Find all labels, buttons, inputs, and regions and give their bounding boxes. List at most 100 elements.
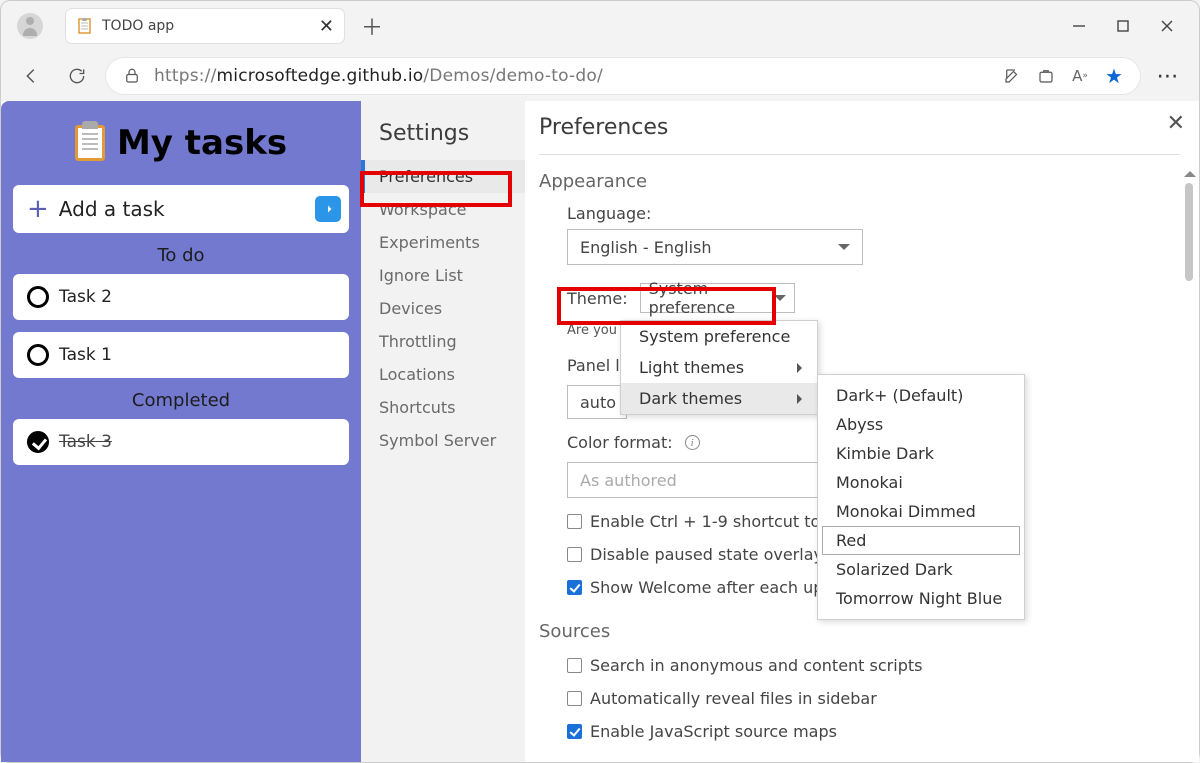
language-label: Language: — [567, 204, 1179, 223]
completed-section-label: Completed — [13, 390, 349, 411]
theme-value: System preference — [649, 279, 774, 317]
task-name: Task 1 — [59, 345, 112, 365]
info-icon[interactable]: i — [685, 435, 700, 450]
checkbox-label: Disable paused state overlay — [590, 545, 823, 564]
preferences-title: Preferences — [539, 115, 1179, 155]
menu-item-system-preference[interactable]: System preference — [621, 321, 817, 352]
new-tab-button[interactable]: ＋ — [355, 10, 389, 42]
browser-tab[interactable]: TODO app ✕ — [65, 8, 345, 44]
color-format-value: As authored — [580, 471, 677, 490]
settings-item-experiments[interactable]: Experiments — [361, 226, 525, 259]
checkbox-row-reveal[interactable]: Automatically reveal files in sidebar — [567, 689, 1179, 708]
checkbox-label: Search in anonymous and content scripts — [590, 656, 922, 675]
task-checkbox-icon[interactable] — [27, 344, 49, 366]
back-button[interactable] — [13, 58, 49, 94]
task-row[interactable]: Task 3 — [13, 419, 349, 465]
window-close-button[interactable] — [1145, 19, 1189, 33]
add-task-input[interactable]: + Add a task — [13, 185, 349, 233]
checkbox-icon[interactable] — [567, 547, 582, 562]
settings-item-shortcuts[interactable]: Shortcuts — [361, 391, 525, 424]
settings-title: Settings — [361, 121, 525, 160]
todo-title-text: My tasks — [117, 123, 287, 163]
checkbox-icon[interactable] — [567, 691, 582, 706]
window-maximize-button[interactable] — [1101, 19, 1145, 33]
checkbox-icon[interactable] — [567, 658, 582, 673]
settings-sidebar: Settings Preferences Workspace Experimen… — [361, 101, 525, 762]
color-format-label: Color format: — [567, 433, 673, 452]
menu-item-monokai-dimmed[interactable]: Monokai Dimmed — [822, 497, 1020, 526]
settings-item-ignore-list[interactable]: Ignore List — [361, 259, 525, 292]
menu-item-red[interactable]: Red — [822, 526, 1020, 555]
checkbox-row-anon[interactable]: Search in anonymous and content scripts — [567, 656, 1179, 675]
menu-item-solarized-dark[interactable]: Solarized Dark — [822, 555, 1020, 584]
scrollbar[interactable] — [1185, 165, 1195, 762]
menu-item-monokai[interactable]: Monokai — [822, 468, 1020, 497]
address-bar[interactable]: https://microsoftedge.github.io/Demos/de… — [105, 57, 1141, 95]
theme-dropdown-menu: System preference Light themes Dark them… — [620, 320, 818, 415]
theme-select[interactable]: System preference — [640, 283, 795, 313]
language-select[interactable]: English - English — [567, 229, 863, 265]
task-row[interactable]: Task 2 — [13, 274, 349, 320]
settings-item-throttling[interactable]: Throttling — [361, 325, 525, 358]
settings-item-workspace[interactable]: Workspace — [361, 193, 525, 226]
browser-tab-strip: TODO app ✕ ＋ — [1, 1, 1199, 51]
todo-section-label: To do — [13, 245, 349, 266]
chevron-down-icon — [838, 244, 850, 256]
add-task-placeholder: Add a task — [59, 197, 165, 221]
refresh-button[interactable] — [59, 58, 95, 94]
checkbox-checked-icon[interactable] — [567, 724, 582, 739]
panel-layout-select[interactable]: auto — [567, 385, 627, 419]
menu-item-kimbie-dark[interactable]: Kimbie Dark — [822, 439, 1020, 468]
menu-item-tomorrow-night-blue[interactable]: Tomorrow Night Blue — [822, 584, 1020, 613]
checkbox-icon[interactable] — [567, 514, 582, 529]
panel-layout-value: auto — [580, 393, 616, 412]
chevron-down-icon — [774, 295, 786, 307]
settings-item-locations[interactable]: Locations — [361, 358, 525, 391]
scroll-thumb[interactable] — [1185, 183, 1193, 281]
task-checkbox-icon[interactable] — [27, 286, 49, 308]
window-minimize-button[interactable] — [1057, 19, 1101, 33]
settings-item-devices[interactable]: Devices — [361, 292, 525, 325]
favorite-star-icon[interactable]: ★ — [1102, 64, 1126, 88]
panel-layout-label: Panel lay — [567, 356, 627, 375]
task-name: Task 3 — [59, 432, 112, 452]
profile-avatar[interactable] — [17, 13, 43, 39]
scroll-up-icon[interactable] — [1184, 165, 1196, 177]
todo-heading: My tasks — [13, 123, 349, 163]
chevron-right-icon — [797, 363, 807, 373]
color-format-select[interactable]: As authored — [567, 462, 847, 498]
theme-label: Theme: — [567, 289, 628, 308]
clipboard-icon — [75, 125, 105, 161]
language-value: English - English — [580, 238, 712, 257]
appearance-heading: Appearance — [539, 171, 1179, 192]
dark-themes-submenu: Dark+ (Default) Abyss Kimbie Dark Monoka… — [817, 374, 1025, 620]
checkbox-checked-icon[interactable] — [567, 580, 582, 595]
plus-icon: + — [27, 194, 49, 224]
sources-heading: Sources — [539, 621, 1179, 642]
edit-icon[interactable] — [1000, 64, 1024, 88]
browser-toolbar: https://microsoftedge.github.io/Demos/de… — [1, 51, 1199, 101]
task-checkbox-checked-icon[interactable] — [27, 431, 49, 453]
todo-app-panel: My tasks + Add a task To do Task 2 Task … — [1, 101, 361, 762]
read-aloud-icon[interactable]: A» — [1068, 64, 1092, 88]
more-menu-button[interactable]: ⋯ — [1151, 64, 1187, 89]
settings-item-preferences[interactable]: Preferences — [361, 160, 525, 193]
menu-item-dark-default[interactable]: Dark+ (Default) — [822, 381, 1020, 410]
url-text: https://microsoftedge.github.io/Demos/de… — [154, 66, 990, 86]
chevron-right-icon — [797, 394, 807, 404]
settings-item-symbol-server[interactable]: Symbol Server — [361, 424, 525, 457]
tab-favicon-icon — [76, 17, 94, 35]
checkbox-label: Enable JavaScript source maps — [590, 722, 837, 741]
checkbox-label: Automatically reveal files in sidebar — [590, 689, 877, 708]
menu-item-abyss[interactable]: Abyss — [822, 410, 1020, 439]
submit-task-button[interactable] — [315, 196, 341, 222]
menu-item-dark-themes[interactable]: Dark themes — [621, 383, 817, 414]
menu-item-light-themes[interactable]: Light themes — [621, 352, 817, 383]
lock-icon — [120, 64, 144, 88]
app-icon[interactable] — [1034, 64, 1058, 88]
task-row[interactable]: Task 1 — [13, 332, 349, 378]
checkbox-row-jsmaps[interactable]: Enable JavaScript source maps — [567, 722, 1179, 741]
task-name: Task 2 — [59, 287, 112, 307]
close-tab-icon[interactable]: ✕ — [319, 16, 334, 37]
close-panel-icon[interactable]: ✕ — [1167, 111, 1185, 136]
